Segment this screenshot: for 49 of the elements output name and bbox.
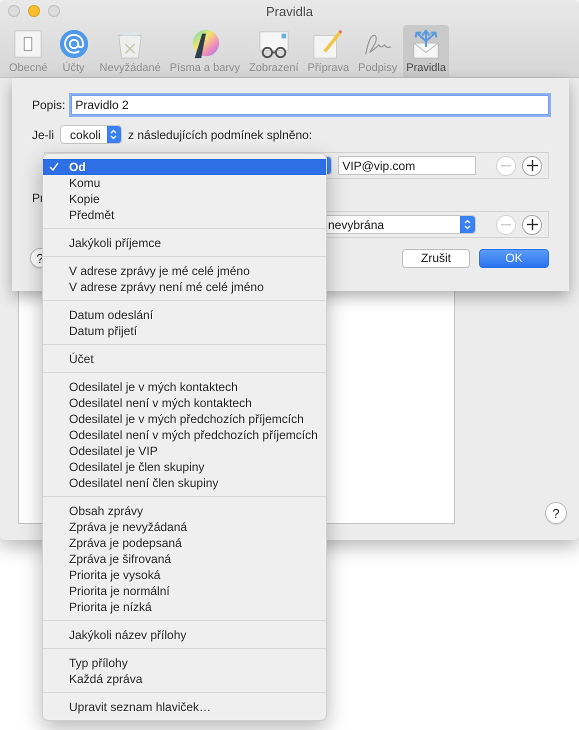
menu-item[interactable]: Datum odeslání	[43, 307, 326, 323]
menu-item[interactable]: Jakýkoli název přílohy	[43, 627, 326, 643]
add-button[interactable]	[522, 214, 542, 234]
menu-item[interactable]: Priorita je normální	[43, 583, 326, 599]
chevron-updown-icon	[110, 129, 118, 140]
menu-item[interactable]: Typ přílohy	[43, 655, 326, 671]
cancel-button[interactable]: Zrušit	[402, 248, 470, 268]
add-button[interactable]	[522, 156, 542, 176]
help-button[interactable]: ?	[545, 502, 567, 524]
match-popup[interactable]: cokoli	[60, 125, 122, 144]
menu-item[interactable]: Odesilatel je v mých kontaktech	[43, 379, 326, 395]
menu-item[interactable]: Odesilatel není v mých předchozích příjemcích	[43, 427, 326, 443]
window-title: Pravidla	[266, 4, 313, 18]
condition-value-field[interactable]: VIP@vip.com	[338, 156, 476, 175]
description-label: Popis:	[32, 98, 66, 112]
match-suffix-label: z následujících podmínek splněno:	[128, 128, 312, 142]
menu-item[interactable]: V adrese zprávy není mé celé jméno	[43, 279, 326, 295]
match-prefix-label: Je-li	[32, 128, 54, 142]
menu-item[interactable]: Odesilatel není člen skupiny	[43, 475, 326, 491]
minus-icon	[501, 164, 512, 166]
menu-item[interactable]: Kopie	[43, 191, 326, 207]
menu-item[interactable]: Předmět	[43, 207, 326, 223]
minus-icon	[501, 224, 512, 226]
plus-icon	[526, 160, 538, 171]
menu-item[interactable]: Priorita je nízká	[43, 599, 326, 615]
menu-item[interactable]: Účet	[43, 351, 326, 367]
menu-item[interactable]: Každá zpráva	[43, 671, 326, 687]
menu-item[interactable]: Zpráva je nevyžádaná	[43, 519, 326, 535]
menu-item[interactable]: Odesilatel je v mých předchozích příjemcích	[43, 411, 326, 427]
menu-item[interactable]: Upravit seznam hlaviček…	[43, 699, 326, 715]
menu-item[interactable]: Odesilatel není v mých kontaktech	[43, 395, 326, 411]
menu-item[interactable]: Odesilatel je člen skupiny	[43, 459, 326, 475]
menu-item[interactable]: Jakýkoli příjemce	[43, 235, 326, 251]
checkmark-icon	[49, 162, 59, 172]
minimize-button[interactable]	[28, 5, 40, 17]
plus-icon	[526, 219, 538, 230]
menu-item[interactable]: Priorita je vysoká	[43, 567, 326, 583]
close-button[interactable]	[8, 5, 20, 17]
toolbar-tab[interactable]: Pravidla	[403, 25, 449, 77]
menu-item[interactable]: Zpráva je podepsaná	[43, 535, 326, 551]
menu-item[interactable]: Obsah zprávy	[43, 503, 326, 519]
zoom-button[interactable]	[48, 5, 60, 17]
menu-item[interactable]: Komu	[43, 175, 326, 191]
menu-item[interactable]: Zpráva je šifrovaná	[43, 551, 326, 567]
menu-item[interactable]: Datum přijetí	[43, 323, 326, 339]
menu-item[interactable]: Od	[43, 159, 326, 175]
chevron-updown-icon	[464, 219, 472, 230]
menu-item[interactable]: Odesilatel je VIP	[43, 443, 326, 459]
description-field[interactable]: Pravidlo 2	[71, 95, 549, 115]
